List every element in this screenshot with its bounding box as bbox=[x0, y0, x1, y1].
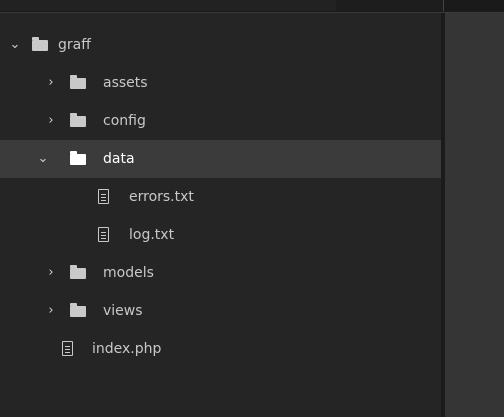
chevron-right-icon[interactable]: › bbox=[44, 102, 58, 140]
tree-item-label: config bbox=[103, 113, 146, 129]
tree-item-label: models bbox=[103, 265, 154, 281]
tree-item-data[interactable]: ⌄ data bbox=[0, 140, 441, 178]
tree-item-views[interactable]: › views bbox=[0, 292, 441, 330]
tree-item-assets[interactable]: › assets bbox=[0, 64, 441, 102]
tree-item-label: views bbox=[103, 303, 143, 319]
tree-item-graff[interactable]: ⌄ graff bbox=[0, 26, 441, 64]
file-explorer-sidebar: ⌄ graff › assets › config ⌄ data errors.… bbox=[0, 13, 441, 417]
file-icon bbox=[98, 227, 109, 242]
tree-item-label: assets bbox=[103, 75, 148, 91]
tree-item-models[interactable]: › models bbox=[0, 254, 441, 292]
tree-item-label: data bbox=[103, 151, 135, 167]
chevron-down-icon[interactable]: ⌄ bbox=[36, 140, 50, 178]
tree-item-label: index.php bbox=[92, 341, 162, 357]
file-icon bbox=[98, 189, 109, 204]
tree-item-config[interactable]: › config bbox=[0, 102, 441, 140]
file-icon bbox=[62, 341, 73, 356]
tree-item-log-txt[interactable]: log.txt bbox=[0, 216, 441, 254]
tab-strip-right[interactable] bbox=[336, 0, 444, 11]
folder-icon bbox=[70, 151, 86, 165]
tree-item-label: log.txt bbox=[129, 227, 175, 243]
folder-icon bbox=[70, 75, 86, 89]
folder-icon bbox=[70, 303, 86, 317]
chevron-right-icon[interactable]: › bbox=[44, 292, 58, 330]
folder-icon bbox=[70, 265, 86, 279]
tab-strip-left[interactable] bbox=[0, 0, 337, 11]
folder-icon bbox=[32, 37, 48, 51]
chevron-right-icon[interactable]: › bbox=[44, 254, 58, 292]
chevron-right-icon[interactable]: › bbox=[44, 64, 58, 102]
app-window: ⌄ graff › assets › config ⌄ data errors.… bbox=[0, 0, 504, 417]
tree-item-index-php[interactable]: index.php bbox=[0, 330, 441, 368]
file-tree: ⌄ graff › assets › config ⌄ data errors.… bbox=[0, 26, 441, 368]
folder-icon bbox=[70, 113, 86, 127]
editor-pane[interactable] bbox=[445, 13, 504, 417]
chevron-down-icon[interactable]: ⌄ bbox=[8, 26, 22, 64]
tree-item-label: errors.txt bbox=[129, 189, 194, 205]
tab-bar bbox=[0, 0, 504, 13]
tree-item-errors-txt[interactable]: errors.txt bbox=[0, 178, 441, 216]
tree-item-label: graff bbox=[58, 37, 91, 53]
